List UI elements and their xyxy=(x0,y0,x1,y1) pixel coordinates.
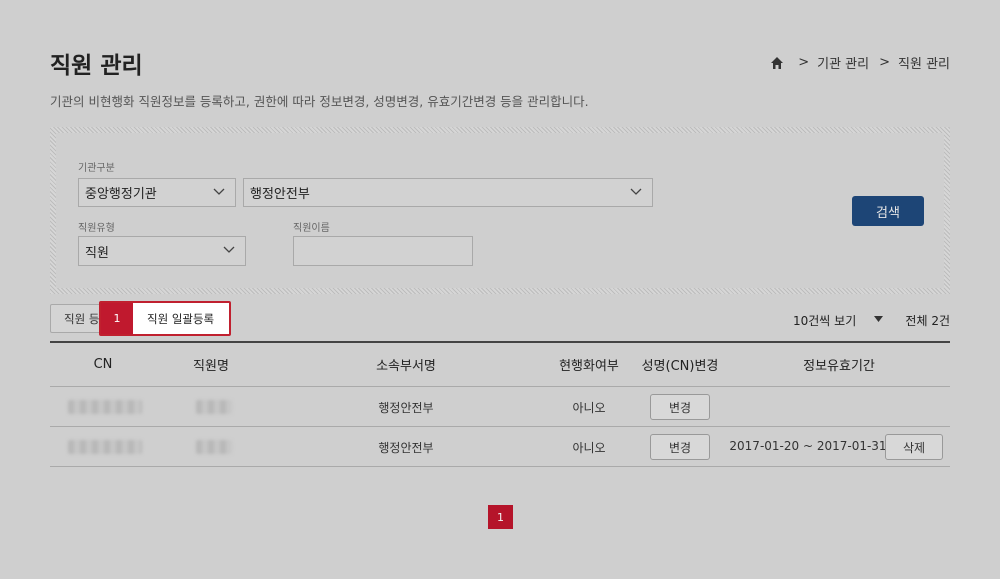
col-header-dept: 소속부서명 xyxy=(376,359,436,374)
redacted-name xyxy=(196,400,232,414)
breadcrumb-separator: > xyxy=(798,55,810,70)
org-select[interactable]: 행정안전부 xyxy=(243,178,653,207)
breadcrumb: > 기관 관리 > 직원 관리 xyxy=(770,53,950,72)
home-icon[interactable] xyxy=(770,56,784,70)
current-cell: 아니오 xyxy=(572,441,606,455)
employee-table: CN 직원명 소속부서명 현행화여부 성명(CN)변경 정보유효기간 행정안전부… xyxy=(50,341,950,467)
table-row: 행정안전부 아니오 변경 2017-01-20 ~ 2017-01-31 삭제 xyxy=(50,427,950,467)
chevron-down-icon xyxy=(213,188,225,195)
org-select-value: 행정안전부 xyxy=(250,187,310,202)
redacted-cn xyxy=(68,440,142,454)
org-type-select-value: 중앙행정기관 xyxy=(85,187,157,202)
col-header-cn: CN xyxy=(93,357,113,372)
redacted-name xyxy=(196,440,232,454)
chevron-down-icon xyxy=(223,246,235,253)
col-header-name-change: 성명(CN)변경 xyxy=(641,359,719,374)
org-type-label: 기관구분 xyxy=(78,163,115,174)
search-panel: 기관구분 중앙행정기관 행정안전부 직원유형 직원 직원이름 검색 xyxy=(50,127,950,294)
search-panel-inner: 기관구분 중앙행정기관 행정안전부 직원유형 직원 직원이름 검색 xyxy=(56,133,944,288)
breadcrumb-item-employee-management[interactable]: 직원 관리 xyxy=(898,53,950,72)
caret-down-icon[interactable] xyxy=(874,316,883,322)
emp-type-select[interactable]: 직원 xyxy=(78,236,246,266)
col-header-current: 현행화여부 xyxy=(559,359,619,374)
step-badge: 1 xyxy=(101,303,133,334)
breadcrumb-item-org-management[interactable]: 기관 관리 xyxy=(817,53,869,72)
bulk-register-highlight[interactable]: 1 직원 일괄등록 xyxy=(99,301,231,336)
emp-type-select-value: 직원 xyxy=(85,245,109,261)
search-button[interactable]: 검색 xyxy=(852,196,924,226)
col-header-name: 직원명 xyxy=(193,359,229,374)
emp-name-label: 직원이름 xyxy=(293,223,330,234)
dept-cell: 행정안전부 xyxy=(378,441,434,455)
redacted-cn xyxy=(68,400,142,414)
name-change-button[interactable]: 변경 xyxy=(650,434,710,460)
name-change-button[interactable]: 변경 xyxy=(650,394,710,420)
dept-cell: 행정안전부 xyxy=(378,401,434,415)
validity-cell: 2017-01-20 ~ 2017-01-31 xyxy=(729,439,887,453)
total-count: 전체 2건 xyxy=(905,314,950,328)
emp-name-input[interactable] xyxy=(293,236,473,266)
chevron-down-icon xyxy=(630,188,642,195)
bulk-register-button[interactable]: 직원 일괄등록 xyxy=(147,311,214,327)
pagination-page-1[interactable]: 1 xyxy=(488,505,513,529)
breadcrumb-separator: > xyxy=(879,55,891,70)
table-row: 행정안전부 아니오 변경 xyxy=(50,387,950,427)
delete-button[interactable]: 삭제 xyxy=(885,434,943,460)
page-size-select[interactable]: 10건씩 보기 xyxy=(793,312,856,329)
org-type-select[interactable]: 중앙행정기관 xyxy=(78,178,236,207)
emp-type-label: 직원유형 xyxy=(78,223,115,234)
page-description: 기관의 비현행화 직원정보를 등록하고, 권한에 따라 정보변경, 성명변경, … xyxy=(50,94,589,109)
col-header-validity: 정보유효기간 xyxy=(803,359,875,374)
table-header: CN 직원명 소속부서명 현행화여부 성명(CN)변경 정보유효기간 xyxy=(50,341,950,387)
current-cell: 아니오 xyxy=(572,401,606,415)
page-title: 직원 관리 xyxy=(50,53,143,79)
